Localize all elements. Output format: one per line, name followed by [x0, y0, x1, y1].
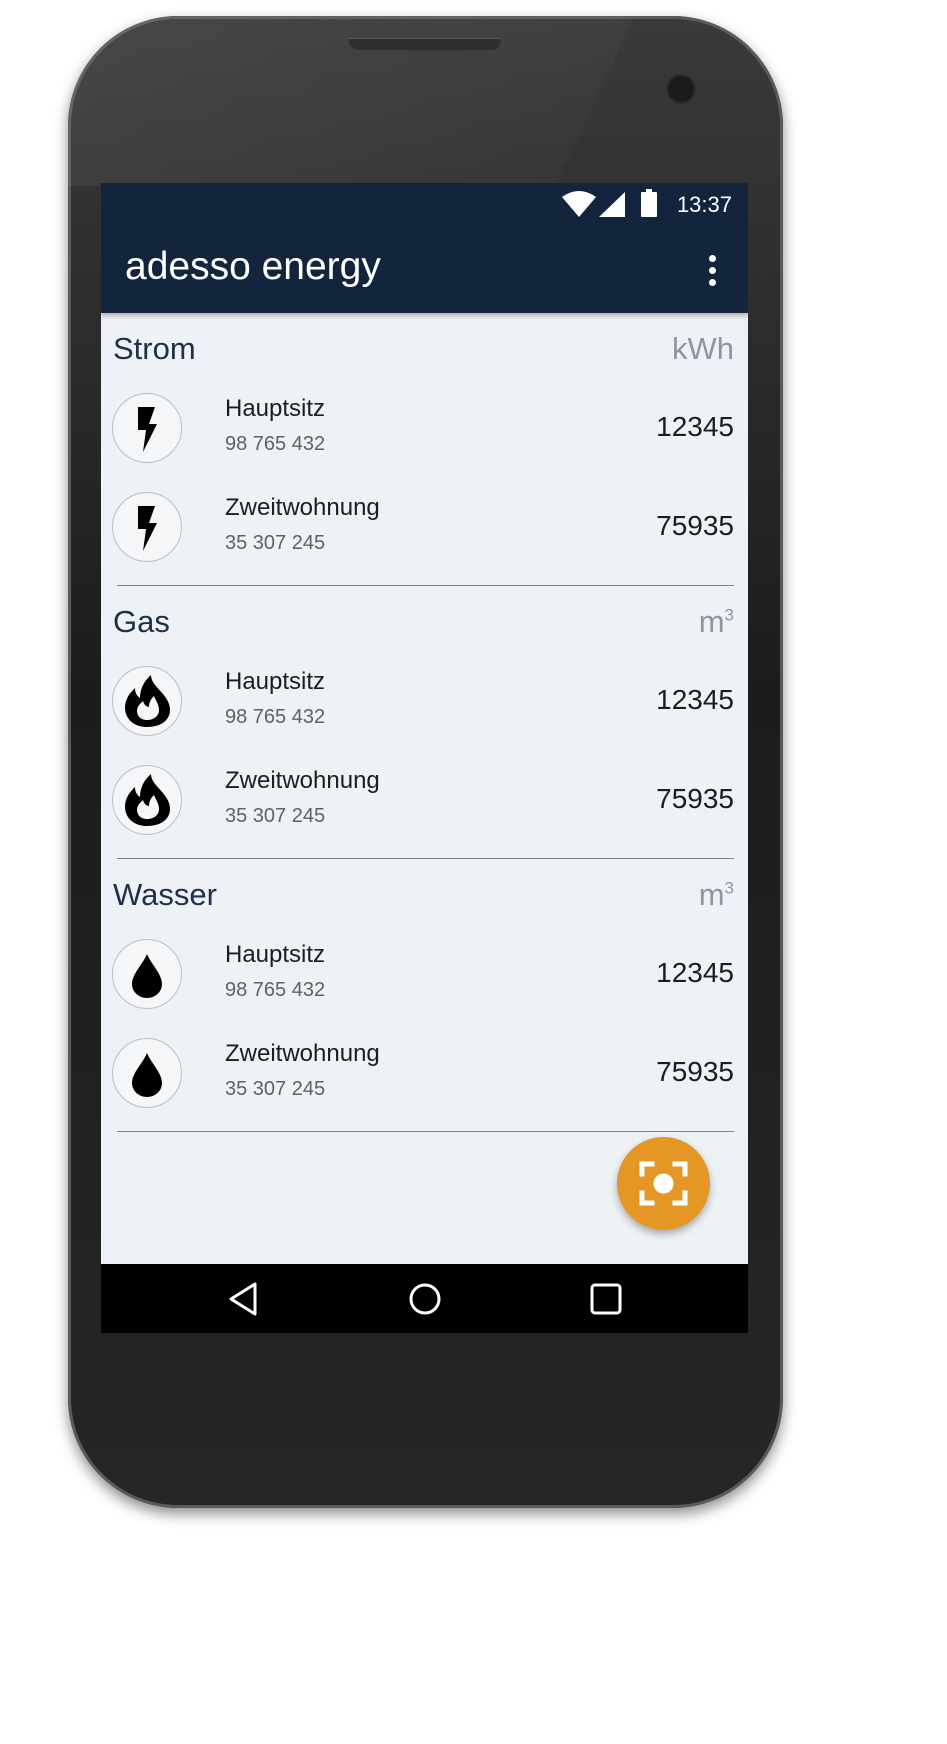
status-time: 13:37: [676, 192, 732, 217]
lightning-bolt-icon: [112, 492, 182, 562]
meter-row[interactable]: Hauptsitz 98 765 432 12345: [101, 929, 748, 1021]
recents-icon[interactable]: [585, 1278, 627, 1320]
app-title: adesso energy: [125, 245, 381, 288]
earpiece-speaker: [349, 38, 501, 50]
section-unit: m3: [698, 604, 734, 639]
scan-meter-button[interactable]: [617, 1137, 710, 1230]
section-title: Strom: [113, 331, 196, 366]
screen: 13:37 adesso energy Strom kWh Hauptsitz …: [101, 183, 748, 1333]
meter-row[interactable]: Zweitwohnung 35 307 245 75935: [101, 482, 748, 574]
status-bar: 13:37: [101, 183, 748, 227]
meter-value: 75935: [656, 783, 734, 814]
section-title: Gas: [113, 604, 170, 639]
meter-name: Zweitwohnung: [225, 767, 380, 794]
section-title: Wasser: [113, 877, 217, 912]
lightning-bolt-icon: [112, 393, 182, 463]
water-drop-icon: [112, 939, 182, 1009]
more-vert-icon[interactable]: [706, 255, 718, 289]
meter-row[interactable]: Zweitwohnung 35 307 245 75935: [101, 755, 748, 847]
section-wasser: Wasser m3 Hauptsitz 98 765 432 12345 Zwe…: [101, 859, 748, 1132]
meter-name: Hauptsitz: [225, 668, 326, 695]
meter-name: Hauptsitz: [225, 941, 326, 968]
meter-value: 12345: [656, 411, 734, 442]
scan-camera-icon: [639, 1161, 688, 1206]
water-drop-icon: [112, 1038, 182, 1108]
flame-icon: [112, 765, 182, 835]
meter-number: 98 765 432: [225, 706, 326, 728]
signal-icon: [599, 192, 625, 217]
meter-name: Zweitwohnung: [225, 494, 380, 521]
meter-number: 98 765 432: [225, 433, 326, 455]
back-icon[interactable]: [223, 1278, 265, 1320]
meter-name: Zweitwohnung: [225, 1040, 380, 1067]
navigation-bar: [101, 1264, 748, 1333]
meter-name: Hauptsitz: [225, 395, 326, 422]
app-bar: adesso energy: [101, 227, 748, 313]
wifi-icon: [562, 191, 596, 217]
meter-row[interactable]: Hauptsitz 98 765 432 12345: [101, 383, 748, 475]
meter-number: 35 307 245: [225, 532, 326, 554]
meter-row[interactable]: Zweitwohnung 35 307 245 75935: [101, 1028, 748, 1120]
meter-list: Strom kWh Hauptsitz 98 765 432 12345 Zwe…: [101, 313, 748, 1263]
section-gas: Gas m3 Hauptsitz 98 765 432 12345 Zweitw…: [101, 586, 748, 859]
section-unit: kWh: [672, 331, 734, 366]
meter-value: 12345: [656, 957, 734, 988]
front-camera: [668, 76, 694, 102]
home-icon[interactable]: [404, 1278, 446, 1320]
meter-number: 35 307 245: [225, 1078, 326, 1100]
meter-number: 35 307 245: [225, 805, 326, 827]
section-divider: [117, 1131, 734, 1132]
section-unit: m3: [698, 877, 734, 912]
meter-value: 75935: [656, 1056, 734, 1087]
battery-icon: [641, 189, 657, 217]
meter-number: 98 765 432: [225, 979, 326, 1001]
section-strom: Strom kWh Hauptsitz 98 765 432 12345 Zwe…: [101, 313, 748, 586]
meter-row[interactable]: Hauptsitz 98 765 432 12345: [101, 656, 748, 748]
flame-icon: [112, 666, 182, 736]
meter-value: 75935: [656, 510, 734, 541]
meter-value: 12345: [656, 684, 734, 715]
